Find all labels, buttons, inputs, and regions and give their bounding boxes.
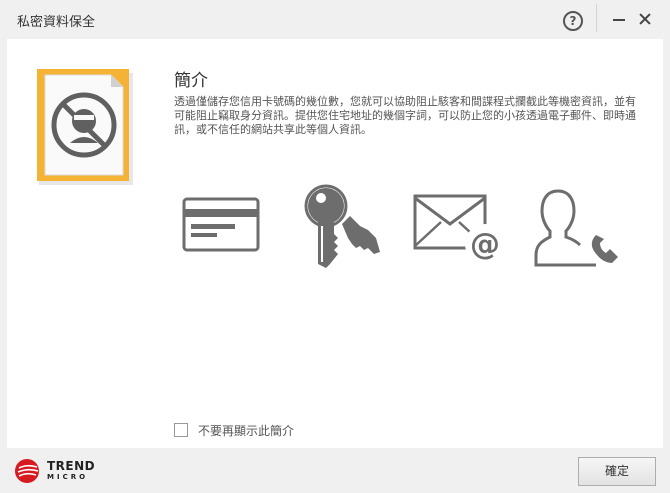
help-button[interactable]: ? — [563, 11, 583, 31]
trend-micro-logo-icon — [15, 459, 39, 483]
credit-card-icon — [182, 197, 260, 252]
dont-show-again-label[interactable]: 不要再顯示此簡介 — [198, 422, 294, 439]
email-icon: @ — [413, 194, 505, 264]
window-title: 私密資料保全 — [17, 15, 96, 30]
main-panel: 簡介 透過僅儲存您信用卡號碼的幾位數，您就可以協助阻止駭客和間諜程式攔截此等機密… — [7, 39, 663, 448]
intro-description: 透過僅儲存您信用卡號碼的幾位數，您就可以協助阻止駭客和間諜程式攔截此等機密資訊，… — [174, 95, 636, 136]
minimize-button[interactable] — [612, 9, 626, 29]
contact-phone-icon — [534, 189, 618, 267]
brand-name: TREND — [47, 459, 96, 473]
titlebar-divider — [596, 4, 597, 32]
title-bar: 私密資料保全 ? — [0, 0, 670, 38]
page-title: 簡介 — [174, 71, 208, 91]
trend-micro-logo: TREND MICRO — [14, 458, 104, 484]
brand-subname: MICRO — [47, 473, 89, 481]
privacy-document-icon — [37, 69, 133, 185]
svg-text:@: @ — [470, 227, 500, 262]
dont-show-again-checkbox[interactable] — [174, 423, 188, 437]
keys-icon — [304, 184, 380, 268]
close-button[interactable] — [636, 10, 654, 28]
ok-button[interactable]: 確定 — [578, 457, 656, 486]
